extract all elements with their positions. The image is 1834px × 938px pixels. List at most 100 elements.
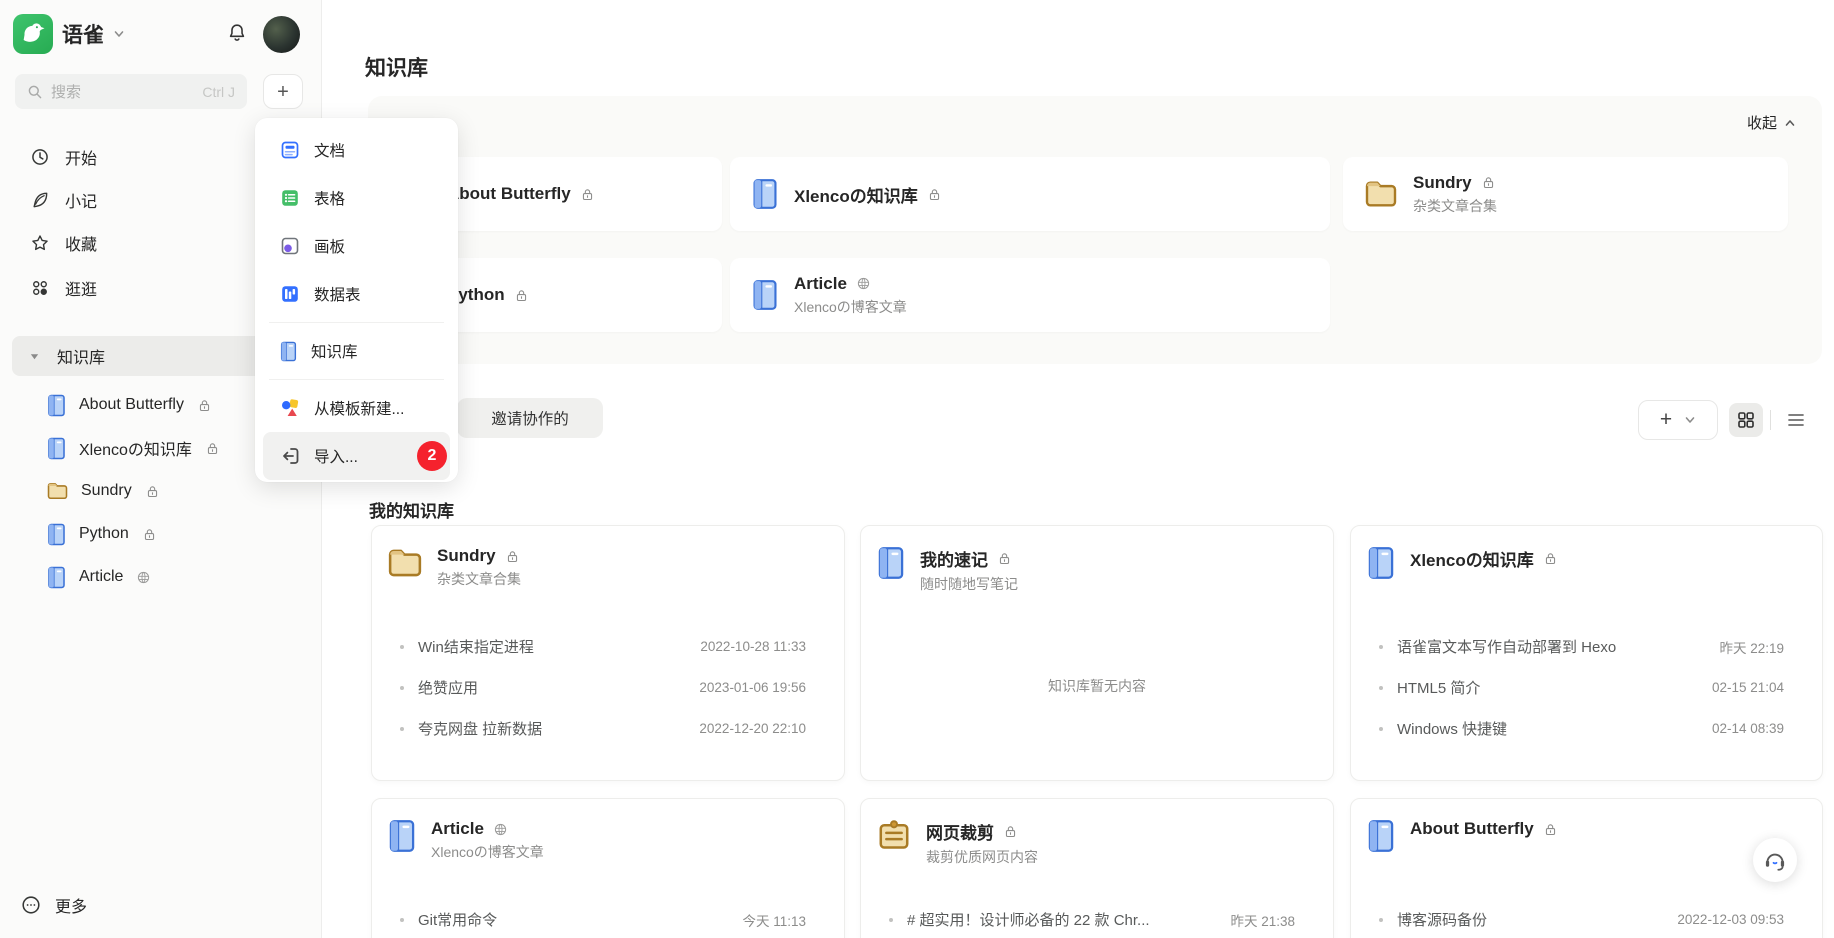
menu-item-label: 画板 [314, 235, 345, 257]
collapse-button[interactable]: 收起 [1747, 112, 1796, 133]
lock-icon [514, 288, 529, 303]
create-button[interactable]: + [263, 74, 303, 109]
doc-row[interactable]: Win结束指定进程2022-10-28 11:33 [390, 626, 806, 667]
notifications-button[interactable] [225, 22, 249, 46]
doc-row[interactable]: 夸克网盘 拉新数据2022-12-20 22:10 [390, 708, 806, 749]
grid-view-icon [1736, 410, 1756, 430]
card-title: About Butterfly [1410, 819, 1534, 839]
doc-row[interactable]: 语雀富文本写作自动部署到 Hexo昨天 22:19 [1369, 626, 1784, 667]
doc-title[interactable]: 夸克网盘 拉新数据 [418, 718, 685, 739]
doc-title[interactable]: 绝赞应用 [418, 677, 685, 698]
star-icon [30, 233, 50, 253]
section-title: 我的知识库 [369, 497, 454, 522]
lock-icon [1003, 824, 1018, 839]
tab-invited-collab[interactable]: 邀请协作的 [457, 398, 603, 438]
menu-item-doc[interactable]: 文档 [263, 126, 450, 174]
doc-row[interactable]: HTML5 简介02-15 21:04 [1369, 667, 1784, 708]
doc-list: Git常用命令今天 11:13 [390, 899, 806, 938]
search-icon [27, 84, 43, 100]
card-title: Xlencoの知识库 [794, 182, 918, 207]
workspace-header[interactable]: 语雀 [13, 14, 125, 54]
list-view-icon [1786, 410, 1806, 430]
toolbar-divider [1770, 410, 1771, 430]
datatable-icon [280, 284, 300, 304]
doc-date: 昨天 21:38 [1230, 910, 1295, 930]
doc-icon [280, 140, 300, 160]
doc-list: 博客源码备份 2022-12-03 09:53 [1369, 899, 1784, 938]
card-title: 我的速记 [920, 546, 988, 571]
sidebar-book-article[interactable]: Article [30, 556, 310, 598]
doc-title[interactable]: 语雀富文本写作自动部署到 Hexo [1397, 636, 1705, 657]
menu-item-sheet[interactable]: 表格 [263, 174, 450, 222]
yuque-logo[interactable] [13, 14, 53, 54]
doc-row[interactable]: Windows 快捷键02-14 08:39 [1369, 708, 1784, 749]
book-icon [877, 546, 905, 580]
nav-label: 开始 [65, 145, 97, 169]
user-avatar[interactable] [263, 16, 300, 53]
bullet-icon [400, 686, 404, 690]
folder-icon [388, 548, 422, 578]
bullet-icon [1379, 727, 1383, 731]
lock-icon [197, 398, 212, 413]
featured-card-xlenco[interactable]: Xlencoの知识库 [730, 157, 1330, 231]
sheet-icon [280, 188, 300, 208]
lock-icon [1543, 822, 1558, 837]
doc-title[interactable]: Win结束指定进程 [418, 636, 686, 657]
nav-label: 收藏 [65, 231, 97, 255]
menu-item-board[interactable]: 画板 [263, 222, 450, 270]
menu-item-from-template[interactable]: 从模板新建... [263, 384, 450, 432]
plus-icon: + [1660, 409, 1672, 430]
card-title: Sundry [437, 546, 496, 566]
book-card-sundry[interactable]: Sundry 杂类文章合集 Win结束指定进程2022-10-28 11:33 … [371, 525, 845, 781]
book-icon [47, 523, 66, 546]
search-input[interactable]: 搜索 Ctrl J [15, 74, 247, 109]
book-card-about-butterfly[interactable]: About Butterfly 博客源码备份 2022-12-03 09:53 [1350, 798, 1823, 938]
menu-item-import[interactable]: 导入... 2 [263, 432, 450, 480]
more-circle-icon [20, 894, 42, 916]
doc-row[interactable]: Git常用命令今天 11:13 [390, 899, 806, 938]
book-label: Sundry [81, 482, 132, 500]
sidebar-book-python[interactable]: Python [30, 513, 310, 555]
list-view-button[interactable] [1779, 403, 1813, 437]
new-book-split-button[interactable]: + [1638, 400, 1718, 440]
book-card-web-clips[interactable]: 网页裁剪 裁剪优质网页内容 # 超实用！设计师必备的 22 款 Chr...昨天… [860, 798, 1334, 938]
page-title: 知识库 [365, 52, 428, 82]
card-header: Sundry 杂类文章合集 [388, 546, 521, 589]
doc-date: 2022-12-03 09:53 [1677, 912, 1784, 927]
doc-title[interactable]: 博客源码备份 [1397, 909, 1663, 930]
folder-icon [1365, 180, 1397, 208]
import-badge: 2 [417, 441, 447, 471]
nav-label: 逛逛 [65, 276, 97, 300]
nav-label: 小记 [65, 188, 97, 212]
doc-title[interactable]: Git常用命令 [418, 909, 728, 930]
doc-title[interactable]: Windows 快捷键 [1397, 718, 1698, 739]
browse-icon [30, 278, 50, 298]
help-floating-button[interactable] [1753, 838, 1797, 882]
doc-title[interactable]: # 超实用！设计师必备的 22 款 Chr... [907, 909, 1216, 930]
doc-row[interactable]: # 超实用！设计师必备的 22 款 Chr... 昨天 21:38 [879, 899, 1295, 938]
card-title: About Butterfly [447, 184, 571, 204]
featured-card-sundry[interactable]: Sundry 杂类文章合集 [1343, 157, 1788, 231]
menu-item-datatable[interactable]: 数据表 [263, 270, 450, 318]
doc-row[interactable]: 绝赞应用2023-01-06 19:56 [390, 667, 806, 708]
card-header: Article Xlencoの博客文章 [388, 819, 544, 862]
book-card-article[interactable]: Article Xlencoの博客文章 Git常用命令今天 11:13 [371, 798, 845, 938]
doc-title[interactable]: HTML5 简介 [1397, 677, 1698, 698]
chevron-down-icon [1684, 414, 1696, 426]
lock-icon [145, 484, 160, 499]
card-title: 网页裁剪 [926, 819, 994, 844]
chevron-up-icon [1784, 117, 1796, 129]
lock-icon [580, 187, 595, 202]
menu-item-knowledge-base[interactable]: 知识库 [263, 327, 450, 375]
grid-view-button[interactable] [1729, 403, 1763, 437]
book-card-xlenco[interactable]: Xlencoの知识库 语雀富文本写作自动部署到 Hexo昨天 22:19 HTM… [1350, 525, 1823, 781]
lock-icon [142, 527, 157, 542]
book-card-quick-notes[interactable]: 我的速记 随时随地写笔记 知识库暂无内容 [860, 525, 1334, 781]
book-label: Python [79, 525, 129, 543]
sidebar-more[interactable]: 更多 [20, 893, 87, 917]
headset-icon [1762, 847, 1788, 873]
empty-state-text: 知识库暂无内容 [861, 676, 1333, 696]
featured-card-article[interactable]: Article Xlencoの博客文章 [730, 258, 1330, 332]
doc-row[interactable]: 博客源码备份 2022-12-03 09:53 [1369, 899, 1784, 938]
bell-icon [226, 22, 248, 44]
